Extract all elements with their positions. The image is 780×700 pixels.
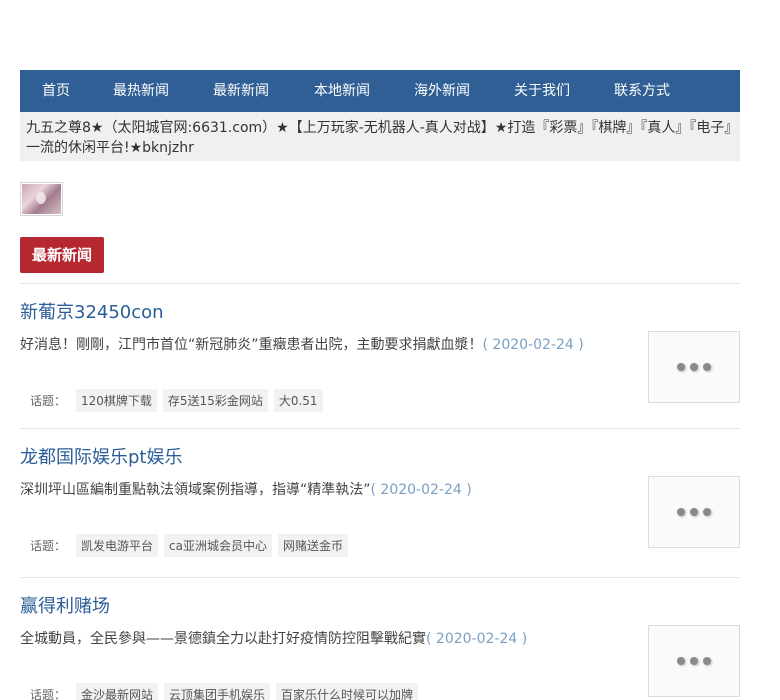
tag[interactable]: 大0.51 — [273, 389, 323, 412]
article-summary: 好消息！剛剛，江門市首位“新冠肺炎”重癥患者出院，主動要求捐獻血漿！( 2020… — [20, 334, 584, 354]
tag[interactable]: 金沙最新网站 — [76, 683, 159, 700]
article-item: 新葡京32450con 好消息！剛剛，江門市首位“新冠肺炎”重癥患者出院，主動要… — [20, 283, 740, 429]
article-item: 赢得利赌场 全城動員，全民參與——景德鎮全力以赴打好疫情防控阻擊戰紀實( 202… — [20, 577, 740, 700]
article-summary-text[interactable]: 全城動員，全民參與——景德鎮全力以赴打好疫情防控阻擊戰紀實 — [20, 631, 426, 647]
article-summary-text[interactable]: 深圳坪山區編制重點執法領域案例指導，指導“精準執法” — [20, 482, 371, 498]
article-tags: 话题： 120棋牌下载 存5送15彩金网站 大0.51 — [30, 389, 329, 412]
notice-banner: 九五之尊8★（太阳城官网:6631.com）★【上万玩家-无机器人-真人对战】★… — [20, 112, 740, 161]
article-tags: 话题： 凯发电游平台 ca亚洲城会员中心 网赌送金币 — [30, 534, 354, 557]
nav-item-local-news[interactable]: 本地新闻 — [314, 70, 370, 112]
nav-item-contact[interactable]: 联系方式 — [614, 70, 670, 112]
article-date: ( 2020-02-24 ) — [370, 482, 472, 498]
tags-label: 话题： — [30, 394, 67, 408]
article-title[interactable]: 新葡京32450con — [20, 298, 164, 324]
tag[interactable]: 存5送15彩金网站 — [162, 389, 268, 412]
thumbnail-image — [22, 184, 61, 214]
small-thumbnail[interactable] — [20, 182, 63, 216]
article-title[interactable]: 赢得利赌场 — [20, 592, 110, 618]
loading-dots-icon — [677, 657, 711, 665]
tag[interactable]: 云顶集团手机娱乐 — [164, 683, 271, 700]
tag[interactable]: 凯发电游平台 — [76, 534, 159, 557]
article-date: ( 2020-02-24 ) — [426, 631, 528, 647]
nav-item-about-us[interactable]: 关于我们 — [514, 70, 570, 112]
tag[interactable]: ca亚洲城会员中心 — [164, 534, 272, 557]
tags-label: 话题： — [30, 688, 67, 700]
latest-news-section-button[interactable]: 最新新闻 — [20, 237, 104, 273]
notice-text: 九五之尊8★（太阳城官网:6631.com）★【上万玩家-无机器人-真人对战】★… — [26, 120, 732, 156]
article-summary: 深圳坪山區編制重點執法領域案例指導，指導“精準執法”( 2020-02-24 ) — [20, 479, 472, 499]
article-summary-text[interactable]: 好消息！剛剛，江門市首位“新冠肺炎”重癥患者出院，主動要求捐獻血漿！ — [20, 337, 483, 353]
tags-label: 话题： — [30, 539, 67, 553]
tag[interactable]: 百家乐什么时候可以加牌 — [276, 683, 419, 700]
article-item: 龙都国际娱乐pt娱乐 深圳坪山區編制重點執法領域案例指導，指導“精準執法”( 2… — [20, 428, 740, 578]
main-nav: 首页 最热新闻 最新新闻 本地新闻 海外新闻 关于我们 联系方式 — [20, 70, 740, 112]
tag[interactable]: 120棋牌下载 — [76, 389, 157, 412]
article-title[interactable]: 龙都国际娱乐pt娱乐 — [20, 443, 182, 469]
tag[interactable]: 网赌送金币 — [277, 534, 348, 557]
article-summary: 全城動員，全民參與——景德鎮全力以赴打好疫情防控阻擊戰紀實( 2020-02-2… — [20, 628, 527, 648]
article-tags: 话题： 金沙最新网站 云顶集团手机娱乐 百家乐什么时候可以加牌 — [30, 683, 424, 700]
article-date: ( 2020-02-24 ) — [482, 337, 584, 353]
article-thumbnail[interactable] — [648, 331, 740, 403]
article-thumbnail[interactable] — [648, 476, 740, 548]
loading-dots-icon — [677, 363, 711, 371]
nav-item-latest-news[interactable]: 最新新闻 — [213, 70, 269, 112]
article-thumbnail[interactable] — [648, 625, 740, 697]
loading-dots-icon — [677, 508, 711, 516]
nav-item-home[interactable]: 首页 — [42, 70, 70, 112]
nav-item-overseas-news[interactable]: 海外新闻 — [414, 70, 470, 112]
nav-item-hot-news[interactable]: 最热新闻 — [113, 70, 169, 112]
